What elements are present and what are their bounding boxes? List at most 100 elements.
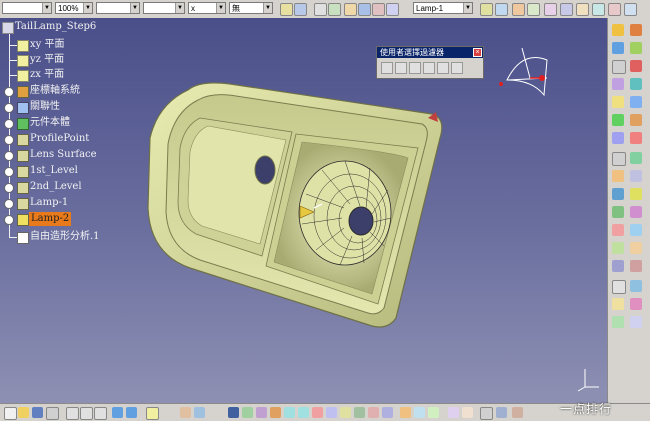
close-icon[interactable]: × xyxy=(473,48,482,57)
untrim-icon[interactable] xyxy=(612,170,624,182)
fit-all-icon[interactable] xyxy=(242,407,253,418)
copy-icon[interactable] xyxy=(80,407,93,420)
scan-icon[interactable] xyxy=(480,3,493,16)
translate-icon[interactable] xyxy=(630,224,642,236)
zoom-out-icon[interactable] xyxy=(298,407,309,418)
fillet-icon[interactable] xyxy=(612,224,624,236)
chevron-down-icon[interactable]: ▼ xyxy=(263,3,272,13)
undo-icon[interactable] xyxy=(112,407,123,418)
paste-icon[interactable] xyxy=(94,407,107,420)
chevron-down-icon[interactable]: ▼ xyxy=(216,3,225,13)
filter-sketch-icon[interactable] xyxy=(451,62,463,74)
expand-icon[interactable] xyxy=(4,199,14,209)
analysis-tool-icon[interactable] xyxy=(630,280,642,292)
part-selector-combo[interactable]: Lamp-1 ▼ xyxy=(413,2,473,14)
layer-combo[interactable]: x ▼ xyxy=(188,2,226,14)
photo-studio-icon[interactable] xyxy=(480,407,493,420)
chevron-down-icon[interactable]: ▼ xyxy=(42,3,51,13)
chevron-down-icon[interactable]: ▼ xyxy=(130,3,139,13)
knowledge-icon[interactable] xyxy=(576,3,589,16)
expand-icon[interactable] xyxy=(4,119,14,129)
intersection-icon[interactable] xyxy=(630,60,642,72)
expand-icon[interactable] xyxy=(4,215,14,225)
extrude-icon[interactable] xyxy=(612,96,624,108)
layer-properties-icon[interactable] xyxy=(294,3,307,16)
filter-volume-icon[interactable] xyxy=(423,62,435,74)
expand-icon[interactable] xyxy=(4,103,14,113)
expand-icon[interactable] xyxy=(4,167,14,177)
rotate-view-icon[interactable] xyxy=(270,407,281,418)
redo-icon[interactable] xyxy=(126,407,137,418)
measure-between-icon[interactable] xyxy=(414,407,425,418)
law-icon[interactable] xyxy=(544,3,557,16)
hide-show-icon[interactable] xyxy=(386,3,399,16)
curvature-analysis-icon[interactable] xyxy=(630,298,642,310)
join-icon[interactable] xyxy=(612,152,626,166)
rotate-icon[interactable] xyxy=(612,242,624,254)
measure-item-icon[interactable] xyxy=(428,407,439,418)
mean-dimensions-icon[interactable] xyxy=(448,407,459,418)
expand-icon[interactable] xyxy=(4,135,14,145)
normal-view-icon[interactable] xyxy=(312,407,323,418)
draft-analysis-icon[interactable] xyxy=(612,298,624,310)
heal-icon[interactable] xyxy=(630,152,642,164)
swap-visible-space-icon[interactable] xyxy=(382,407,393,418)
line-weight-combo[interactable]: ▼ xyxy=(2,2,52,14)
line-icon[interactable] xyxy=(612,42,624,54)
fx-icon[interactable] xyxy=(180,407,191,418)
chevron-down-icon[interactable]: ▼ xyxy=(463,3,472,13)
filter-icon[interactable] xyxy=(358,3,371,16)
expand-icon[interactable] xyxy=(4,183,14,193)
options-icon[interactable] xyxy=(624,3,637,16)
paint-icon[interactable] xyxy=(280,3,293,16)
zoom-combo[interactable]: 100% ▼ xyxy=(55,2,93,14)
trim-icon[interactable] xyxy=(630,188,642,200)
distance-analysis-icon[interactable] xyxy=(612,316,624,328)
knowledge-tool-icon[interactable] xyxy=(194,407,205,418)
filter-combo[interactable]: 無 ▼ xyxy=(229,2,273,14)
chevron-down-icon[interactable]: ▼ xyxy=(83,3,92,13)
hide-show-toggle-icon[interactable] xyxy=(368,407,379,418)
split-icon[interactable] xyxy=(612,188,624,200)
loft-icon[interactable] xyxy=(612,132,624,144)
extract-icon[interactable] xyxy=(630,206,642,218)
print-icon[interactable] xyxy=(46,407,59,420)
sketch-icon[interactable] xyxy=(612,24,624,36)
macro-icon[interactable] xyxy=(592,3,605,16)
cut-icon[interactable] xyxy=(66,407,79,420)
line-style-combo[interactable]: ▼ xyxy=(143,2,185,14)
whats-this-icon[interactable] xyxy=(146,407,159,420)
grid-icon[interactable] xyxy=(328,3,341,16)
3d-viewport[interactable]: TailLamp_Step6 xy 平面 yz 平面 zx 平面 座標軸系統 關… xyxy=(0,18,607,403)
tools-icon[interactable] xyxy=(608,3,621,16)
filter-feature-icon[interactable] xyxy=(437,62,449,74)
projection-icon[interactable] xyxy=(612,60,626,74)
filter-curve-icon[interactable] xyxy=(395,62,407,74)
plane-tool-icon[interactable] xyxy=(630,42,642,54)
reflector-mesh[interactable] xyxy=(298,160,392,266)
select-icon[interactable] xyxy=(344,3,357,16)
catalog-icon[interactable] xyxy=(560,3,573,16)
scaling-icon[interactable] xyxy=(612,260,624,272)
view-mode-icon[interactable] xyxy=(354,407,365,418)
pattern-icon[interactable] xyxy=(612,280,626,294)
snap-icon[interactable] xyxy=(314,3,327,16)
sweep-icon[interactable] xyxy=(612,114,624,126)
expand-icon[interactable] xyxy=(4,151,14,161)
spline-icon[interactable] xyxy=(630,78,642,90)
expand-icon[interactable] xyxy=(4,87,14,97)
point-icon[interactable] xyxy=(630,24,642,36)
revolve-icon[interactable] xyxy=(630,96,642,108)
symmetry-icon[interactable] xyxy=(630,242,642,254)
line-type-combo[interactable]: ▼ xyxy=(96,2,140,14)
boundary-icon[interactable] xyxy=(612,206,624,218)
filter-surface-icon[interactable] xyxy=(409,62,421,74)
blend-icon[interactable] xyxy=(630,132,642,144)
circle-icon[interactable] xyxy=(612,78,624,90)
fly-mode-icon[interactable] xyxy=(228,407,239,418)
isometric-view-icon[interactable] xyxy=(340,407,351,418)
compass-icon[interactable] xyxy=(492,40,562,110)
filter-point-icon[interactable] xyxy=(381,62,393,74)
save-icon[interactable] xyxy=(32,407,43,418)
fill-icon[interactable] xyxy=(630,114,642,126)
